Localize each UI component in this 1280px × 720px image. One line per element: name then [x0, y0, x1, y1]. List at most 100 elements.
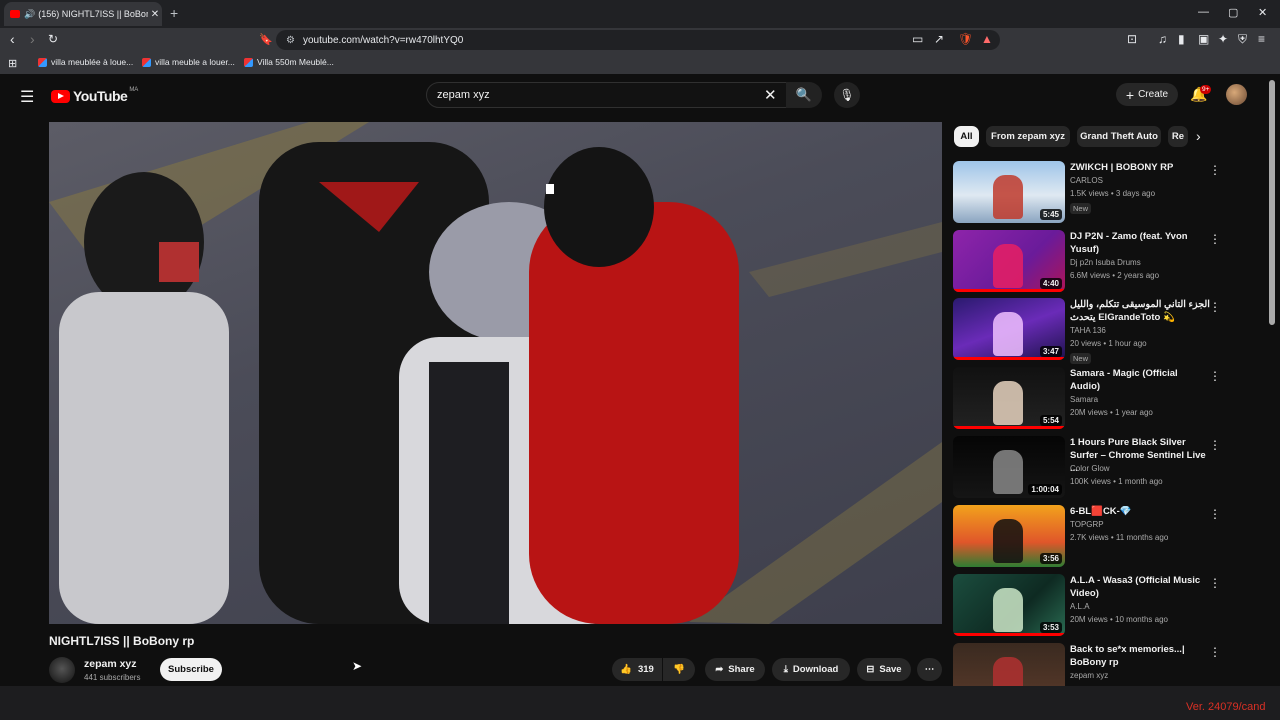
recommendation-title[interactable]: Back to se*x memories...| BoBony rp — [1070, 643, 1210, 669]
chevron-right-icon[interactable]: › — [1196, 128, 1201, 144]
voice-search-button[interactable]: 🎙 — [834, 82, 860, 108]
recommendation-title[interactable]: ZWIKCH | BOBONY RP — [1070, 161, 1210, 174]
more-vertical-icon[interactable]: ⋮ — [1209, 507, 1221, 521]
duration-badge: 5:54 — [1039, 415, 1062, 426]
recommendation-item[interactable]: 5:54 Samara - Magic (Official Audio) Samar… — [953, 367, 1258, 433]
plus-icon: + — [1125, 86, 1135, 103]
wallet-icon[interactable]: ▣ — [1198, 32, 1209, 46]
more-vertical-icon[interactable]: ⋮ — [1209, 645, 1221, 659]
recommendation-title[interactable]: الجزء التاني الموسيقى تتكلم، والليل يتحد… — [1070, 298, 1210, 324]
video-thumbnail[interactable]: 5:54 — [953, 367, 1065, 429]
recommendation-item[interactable]: 3:47 الجزء التاني الموسيقى تتكلم، والليل … — [953, 298, 1258, 364]
like-button[interactable]: 👍 319 — [612, 658, 662, 681]
account-avatar[interactable] — [1226, 84, 1247, 105]
recommendation-item[interactable]: 1:00:04 1 Hours Pure Black Silver Surfer … — [953, 436, 1258, 502]
download-button[interactable]: ⤓ Download — [772, 658, 850, 681]
reload-icon[interactable]: ↻ — [48, 32, 58, 46]
recommendation-title[interactable]: DJ P2N - Zamo (feat. Yvon Yusuf) — [1070, 230, 1210, 256]
recommendation-channel[interactable]: TAHA 136 — [1070, 326, 1106, 335]
recommendation-channel[interactable]: TOPGRP — [1070, 520, 1104, 529]
video-thumbnail[interactable]: 3:56 — [953, 505, 1065, 567]
thumbnail-figure — [993, 175, 1023, 219]
chip-gta[interactable]: Grand Theft Auto — [1077, 126, 1161, 147]
notification-badge: 9+ — [1200, 85, 1212, 94]
share-button[interactable]: ➦ Share — [705, 658, 765, 681]
recommendation-meta: 20 views • 1 hour ago — [1070, 339, 1147, 348]
video-thumbnail[interactable]: 3:53 — [953, 574, 1065, 636]
speaker-icon[interactable]: 🔊 — [24, 9, 35, 20]
video-player[interactable] — [49, 122, 942, 624]
maximize-button[interactable]: ▢ — [1228, 6, 1238, 19]
scrollbar-thumb[interactable] — [1269, 80, 1275, 325]
thumbs-down-icon: 👎 — [673, 664, 685, 675]
recommendation-item[interactable]: 3:53 A.L.A - Wasa3 (Official Music Video)… — [953, 574, 1258, 640]
back-icon[interactable]: ‹ — [10, 31, 15, 47]
close-window-button[interactable]: ✕ — [1258, 6, 1267, 19]
recommendation-channel[interactable]: Color Glow — [1070, 464, 1110, 473]
guide-menu-icon[interactable]: ☰ — [20, 87, 34, 107]
bookmark-item[interactable]: villa meuble a louer... — [142, 57, 235, 67]
recommendation-item[interactable]: 5:45 ZWIKCH | BOBONY RP CARLOS 1.5K views •… — [953, 161, 1258, 227]
recommendation-item[interactable]: 3:56 6-BL🟥CK-💎 TOPGRP 2.7K views • 11 month… — [953, 505, 1258, 571]
brave-rewards-icon[interactable]: ▲ — [981, 32, 993, 46]
browser-menu-icon[interactable]: ≡ — [1258, 32, 1265, 46]
bookmark-item[interactable]: villa meublée à loue... — [38, 57, 133, 67]
bookmark-item[interactable]: Villa 550m Meublé... — [244, 57, 334, 67]
thumbnail-figure — [993, 381, 1023, 425]
more-actions-button[interactable]: ⋯ — [917, 658, 942, 681]
chip-re[interactable]: Re — [1168, 126, 1188, 147]
recommendation-title[interactable]: A.L.A - Wasa3 (Official Music Video) — [1070, 574, 1210, 600]
screenshot-icon[interactable]: ⊡ — [1127, 32, 1137, 46]
sidebar-icon[interactable]: ▮ — [1178, 32, 1185, 46]
recommendation-channel[interactable]: A.L.A — [1070, 602, 1090, 611]
search-button[interactable]: 🔍 — [786, 82, 822, 108]
save-button[interactable]: ⊟ Save — [857, 658, 911, 681]
brave-shield-icon[interactable]: 🛡 — [958, 32, 973, 46]
recommendation-title[interactable]: Samara - Magic (Official Audio) — [1070, 367, 1210, 393]
recommendation-channel[interactable]: zepam xyz — [1070, 671, 1108, 680]
search-input[interactable] — [435, 88, 759, 102]
more-vertical-icon[interactable]: ⋮ — [1209, 232, 1221, 246]
channel-avatar[interactable] — [49, 657, 75, 683]
media-icon[interactable]: ♫ — [1158, 32, 1167, 46]
video-thumbnail[interactable]: 4:40 — [953, 230, 1065, 292]
recommendation-channel[interactable]: Dj p2n Isuba Drums — [1070, 258, 1141, 267]
recommendation-item[interactable]: 4:40 DJ P2N - Zamo (feat. Yvon Yusuf) Dj p… — [953, 230, 1258, 296]
chip-from-channel[interactable]: From zepam xyz — [986, 126, 1070, 147]
new-tab-button[interactable]: + — [170, 5, 178, 21]
minimize-button[interactable]: — — [1198, 6, 1209, 18]
recommendation-channel[interactable]: Samara — [1070, 395, 1098, 404]
video-thumbnail[interactable]: 5:45 — [953, 161, 1065, 223]
bookmark-icon[interactable]: 🔖 — [259, 33, 273, 46]
search-box[interactable] — [426, 82, 788, 108]
site-settings-icon[interactable]: ⚙ — [286, 35, 295, 46]
browser-tab[interactable]: 🔊 (156) NIGHTL7ISS || BoBony r ✕ — [4, 2, 162, 26]
video-thumbnail[interactable]: 3:47 — [953, 298, 1065, 360]
channel-name[interactable]: zepam xyz — [84, 658, 137, 670]
more-vertical-icon[interactable]: ⋮ — [1209, 576, 1221, 590]
more-vertical-icon[interactable]: ⋮ — [1209, 438, 1221, 452]
vpn-icon[interactable]: ⛨ — [1238, 32, 1247, 47]
more-vertical-icon[interactable]: ⋮ — [1209, 163, 1221, 177]
thumbnail-figure — [993, 450, 1023, 494]
recommendation-channel[interactable]: CARLOS — [1070, 176, 1103, 185]
forward-icon[interactable]: › — [30, 31, 35, 47]
subscribe-button[interactable]: Subscribe — [160, 658, 222, 681]
create-button[interactable]: + Create — [1116, 83, 1178, 106]
youtube-logo[interactable]: YouTube MA — [51, 87, 138, 104]
recommendation-title[interactable]: 6-BL🟥CK-💎 — [1070, 505, 1210, 518]
apps-grid-icon[interactable]: ⊞ — [8, 57, 17, 70]
more-vertical-icon[interactable]: ⋮ — [1209, 300, 1221, 314]
dislike-button[interactable]: 👎 — [663, 658, 695, 681]
clear-search-icon[interactable]: ✕ — [764, 86, 777, 104]
video-thumbnail[interactable]: 1:00:04 — [953, 436, 1065, 498]
thumbnail-figure — [993, 244, 1023, 288]
cast-icon[interactable]: ▭ — [912, 32, 923, 46]
leo-ai-icon[interactable]: ✦ — [1218, 32, 1228, 46]
chip-all[interactable]: All — [954, 126, 979, 147]
tab-close-icon[interactable]: ✕ — [148, 9, 162, 20]
share-page-icon[interactable]: ↗ — [934, 32, 944, 46]
more-vertical-icon[interactable]: ⋮ — [1209, 369, 1221, 383]
address-bar[interactable]: ⚙ youtube.com/watch?v=rw470lhtYQ0 — [276, 30, 1000, 50]
bookmark-label: Villa 550m Meublé... — [257, 57, 334, 67]
